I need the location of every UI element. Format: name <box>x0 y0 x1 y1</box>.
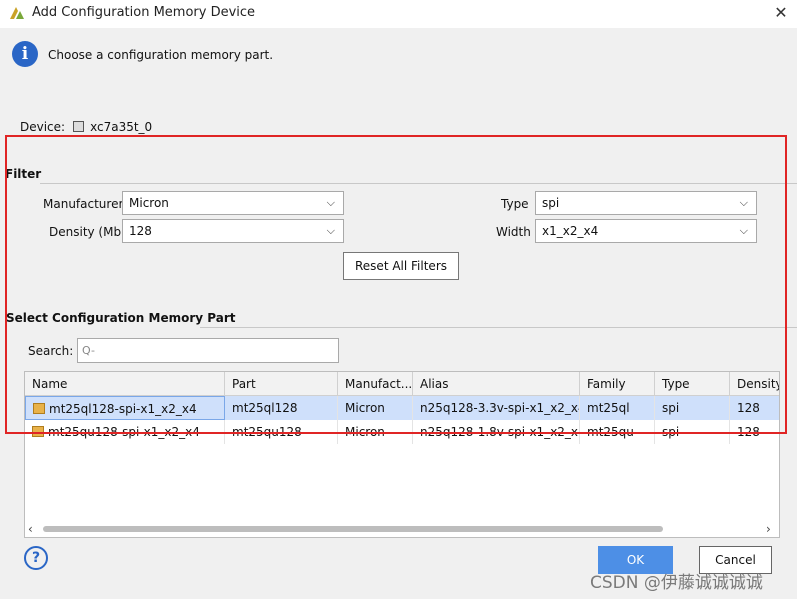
info-message: Choose a configuration memory part. <box>48 48 274 62</box>
window-title: Add Configuration Memory Device <box>32 5 256 20</box>
vivado-app-icon <box>9 5 25 24</box>
scroll-right-icon[interactable]: › <box>766 522 771 536</box>
horizontal-scrollbar[interactable]: ‹ › <box>25 522 779 537</box>
highlight-annotation-box <box>5 135 787 434</box>
watermark-text: CSDN @伊藤诚诚诚诚 <box>590 573 763 593</box>
device-label: Device: <box>20 120 66 134</box>
scroll-left-icon[interactable]: ‹ <box>28 522 33 536</box>
close-icon[interactable]: ✕ <box>770 2 792 24</box>
chip-icon <box>73 121 85 132</box>
info-icon: i <box>12 41 38 67</box>
device-value: xc7a35t_0 <box>90 120 153 134</box>
help-button[interactable]: ? <box>24 546 48 570</box>
scrollbar-thumb[interactable] <box>43 526 663 532</box>
device-row: Device: xc7a35t_0 <box>20 120 152 134</box>
